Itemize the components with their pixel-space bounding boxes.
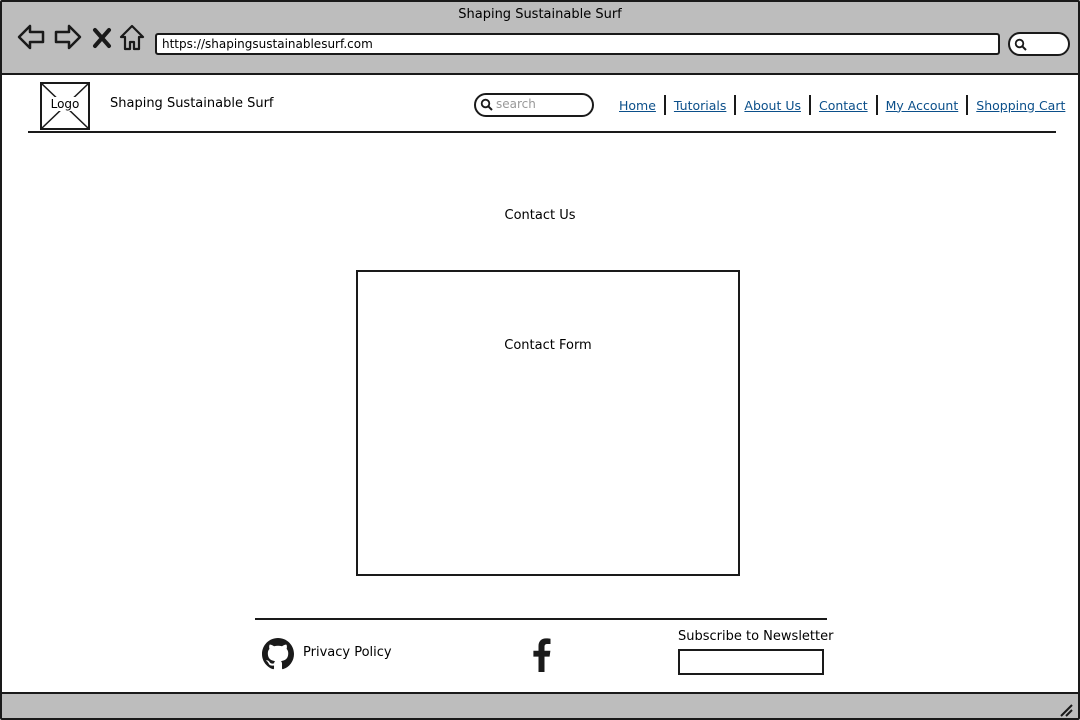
nav-link-cart[interactable]: Shopping Cart: [971, 98, 1070, 113]
header-divider: [28, 131, 1056, 133]
contact-form-placeholder[interactable]: Contact Form: [356, 270, 740, 576]
nav-divider: [734, 95, 737, 115]
forward-arrow-icon[interactable]: [53, 22, 83, 52]
contact-form-label: Contact Form: [504, 338, 592, 353]
back-arrow-icon[interactable]: [16, 22, 46, 52]
logo-placeholder[interactable]: Logo: [40, 82, 90, 130]
github-icon[interactable]: [262, 638, 294, 670]
home-icon[interactable]: [118, 22, 146, 52]
status-bar: [2, 692, 1078, 718]
browser-toolbar: Shaping Sustainable Surf https://shaping…: [2, 2, 1078, 75]
nav-link-account[interactable]: My Account: [881, 98, 964, 113]
site-name: Shaping Sustainable Surf: [110, 96, 274, 111]
site-search-box[interactable]: [474, 93, 594, 117]
nav-divider: [875, 95, 878, 115]
search-icon: [480, 98, 493, 111]
address-bar[interactable]: https://shapingsustainablesurf.com: [155, 33, 1000, 55]
nav-divider: [966, 95, 969, 115]
stop-icon[interactable]: [90, 22, 114, 52]
window-title: Shaping Sustainable Surf: [458, 7, 622, 22]
newsletter-label: Subscribe to Newsletter: [678, 629, 834, 644]
privacy-policy-link[interactable]: Privacy Policy: [303, 645, 392, 660]
page-title: Contact Us: [504, 208, 576, 223]
nav-link-home[interactable]: Home: [614, 98, 661, 113]
resize-grip-icon[interactable]: [1058, 702, 1074, 718]
nav-divider: [808, 95, 811, 115]
main-nav: Home Tutorials About Us Contact My Accou…: [614, 94, 1070, 116]
facebook-icon[interactable]: [528, 638, 554, 672]
browser-window: Shaping Sustainable Surf https://shaping…: [0, 0, 1080, 720]
nav-link-tutorials[interactable]: Tutorials: [669, 98, 731, 113]
browser-search-box[interactable]: [1008, 32, 1070, 56]
logo-label: Logo: [48, 97, 82, 111]
nav-link-contact[interactable]: Contact: [814, 98, 873, 113]
footer-divider: [255, 618, 827, 620]
search-input[interactable]: [496, 96, 586, 112]
search-icon: [1014, 38, 1027, 51]
nav-divider: [663, 95, 666, 115]
newsletter-email-input[interactable]: [678, 649, 824, 675]
nav-link-about[interactable]: About Us: [739, 98, 806, 113]
